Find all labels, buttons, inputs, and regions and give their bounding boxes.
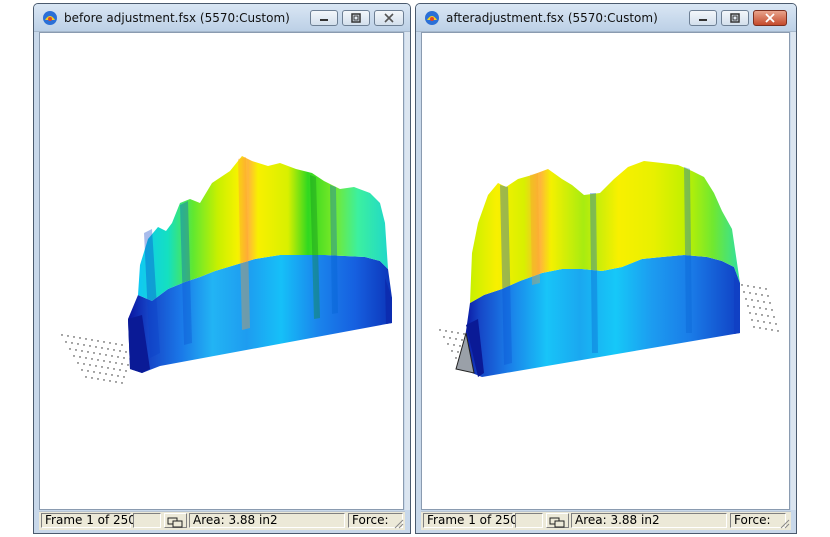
close-icon (765, 13, 775, 23)
frame-counter: Frame 1 of 250 (41, 513, 136, 528)
status-blank (515, 513, 543, 528)
close-button[interactable] (374, 10, 404, 26)
view-toggle-button[interactable] (546, 513, 569, 528)
minimize-icon (320, 19, 328, 21)
view-toggle-button[interactable] (164, 513, 187, 528)
close-icon (384, 13, 394, 23)
area-readout: Area: 3.88 in2 (189, 513, 345, 528)
minimize-icon (699, 19, 707, 21)
view-toggle-icon (549, 517, 565, 528)
vertical-scrollbar[interactable] (405, 32, 410, 510)
pressure-edge-right (734, 277, 740, 334)
window-after-adjustment[interactable]: afteradjustment.fsx (5570:Custom) Frame … (415, 3, 797, 534)
area-readout: Area: 3.88 in2 (571, 513, 727, 528)
minimize-button[interactable] (310, 10, 338, 26)
pressure-map-app-icon (43, 11, 57, 25)
title-bar[interactable]: before adjustment.fsx (5570:Custom) (34, 4, 410, 32)
maximize-button[interactable] (721, 10, 749, 26)
maximize-icon (351, 13, 361, 23)
view-toggle-icon (167, 517, 183, 528)
title-bar[interactable]: afteradjustment.fsx (5570:Custom) (416, 4, 796, 32)
pressure-surface-plot (61, 156, 392, 384)
sensor-grid (61, 334, 135, 384)
pressure-3d-view[interactable] (421, 32, 790, 510)
minimize-button[interactable] (689, 10, 717, 26)
close-button[interactable] (753, 10, 787, 26)
maximize-button[interactable] (342, 10, 370, 26)
pressure-map-app-icon (425, 11, 439, 25)
window-title: afteradjustment.fsx (5570:Custom) (446, 11, 658, 25)
window-before-adjustment[interactable]: before adjustment.fsx (5570:Custom) Fram… (33, 3, 411, 534)
frame-counter: Frame 1 of 250 (423, 513, 518, 528)
status-bar: Frame 1 of 250 Area: 3.88 in2 Force: (421, 511, 791, 530)
status-bar: Frame 1 of 250 Area: 3.88 in2 Force: (39, 511, 405, 530)
window-title: before adjustment.fsx (5570:Custom) (64, 11, 290, 25)
maximize-icon (730, 13, 740, 23)
vertical-scrollbar[interactable] (791, 32, 796, 510)
status-blank (133, 513, 161, 528)
pressure-surface-plot (439, 161, 779, 377)
resize-grip-icon[interactable] (778, 517, 790, 529)
resize-grip-icon[interactable] (392, 517, 404, 529)
pressure-3d-view[interactable] (39, 32, 404, 510)
